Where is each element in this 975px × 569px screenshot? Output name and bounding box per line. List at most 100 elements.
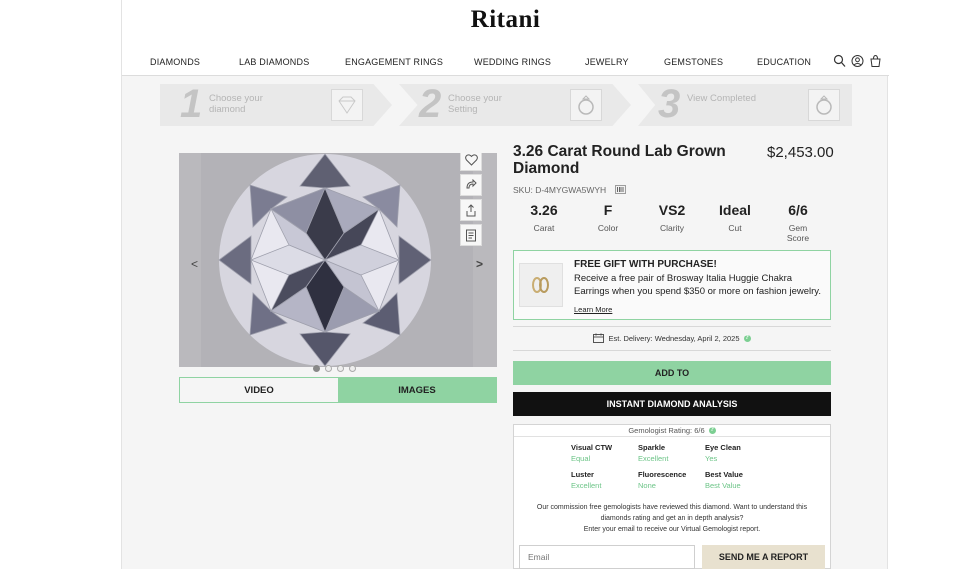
attr-name: Best Value: [705, 470, 743, 479]
media-tabs: VIDEO IMAGES: [179, 377, 497, 403]
attr-value: Excellent: [638, 454, 669, 463]
step-number: 2: [419, 82, 442, 126]
diamond-image: [179, 153, 497, 367]
tab-images[interactable]: IMAGES: [338, 378, 496, 402]
spec-value: 6/6: [788, 202, 808, 218]
gemologist-panel: Gemologist Rating: 6/6 ? Visual CTW Equa…: [513, 424, 831, 569]
prev-arrow-icon[interactable]: <: [191, 257, 198, 271]
attr-best-value: Best Value Best Value: [705, 470, 743, 490]
diamond-icon: [331, 89, 363, 121]
certificate-icon[interactable]: [460, 224, 482, 246]
step-label: Choose your Setting: [448, 93, 502, 115]
brand-logo[interactable]: Ritani: [122, 6, 889, 34]
account-icon[interactable]: [851, 54, 864, 68]
attr-name: Luster: [571, 470, 594, 479]
delivery-text: Est. Delivery: Wednesday, April 2, 2025: [608, 334, 740, 343]
carousel-dot[interactable]: [337, 365, 344, 372]
attr-sparkle: Sparkle Excellent: [638, 443, 668, 463]
cart-icon[interactable]: [869, 54, 882, 68]
nav-item-wedding-rings[interactable]: WEDDING RINGS: [474, 57, 551, 67]
step-number: 3: [658, 82, 681, 126]
diamond-specs: 3.26 Carat F Color VS2 Clarity Ideal Cut…: [513, 202, 831, 243]
calendar-icon: [593, 333, 605, 345]
spec-cut: Ideal Cut: [705, 202, 765, 233]
nav-item-lab-diamonds[interactable]: LAB DIAMONDS: [239, 57, 309, 67]
spec-carat: 3.26 Carat: [514, 202, 574, 233]
help-icon[interactable]: ?: [743, 335, 751, 342]
spec-value: VS2: [658, 202, 686, 218]
content-frame: Ritani DIAMONDS LAB DIAMONDS ENGAGEMENT …: [121, 0, 889, 569]
description-line: Enter your email to receive our Virtual …: [583, 526, 761, 533]
nav-item-gemstones[interactable]: GEMSTONES: [664, 57, 723, 67]
spec-label: Carat: [533, 223, 555, 233]
step-2[interactable]: 2 Choose your Setting: [399, 84, 631, 126]
heart-icon[interactable]: [460, 153, 482, 171]
help-icon[interactable]: ?: [708, 427, 716, 434]
attr-value: Best Value: [705, 481, 741, 490]
spec-label: Color: [597, 223, 619, 233]
promo-body: Receive a free pair of Brosway Italia Hu…: [574, 273, 821, 297]
page: Ritani DIAMONDS LAB DIAMONDS ENGAGEMENT …: [0, 0, 975, 569]
learn-more-link[interactable]: Learn More: [574, 305, 612, 314]
spec-value: F: [603, 202, 613, 218]
carousel-dots: [313, 365, 356, 372]
attr-name: Fluorescence: [638, 470, 687, 479]
nav-item-education[interactable]: EDUCATION: [757, 57, 811, 67]
share-icon[interactable]: [460, 199, 482, 221]
instant-diamond-analysis-button[interactable]: INSTANT DIAMOND ANALYSIS: [513, 392, 831, 416]
rating-text: Gemologist Rating: 6/6: [628, 426, 705, 435]
sku-text: SKU: D-4MYGWA5WYH: [513, 185, 607, 195]
spec-gem-score: 6/6 Gem Score: [768, 202, 828, 243]
completed-ring-icon: [808, 89, 840, 121]
description-line: Our commission free gemologists have rev…: [536, 504, 808, 522]
carousel-dot[interactable]: [325, 365, 332, 372]
site-header: Ritani DIAMONDS LAB DIAMONDS ENGAGEMENT …: [122, 0, 889, 76]
barcode-icon: [614, 185, 626, 196]
send-report-button[interactable]: SEND ME A REPORT: [702, 545, 825, 569]
nav-item-engagement-rings[interactable]: ENGAGEMENT RINGS: [345, 57, 443, 67]
search-icon[interactable]: [833, 54, 846, 68]
product-title: 3.26 Carat Round Lab Grown Diamond: [513, 143, 726, 177]
attr-name: Sparkle: [638, 443, 666, 452]
attr-luster: Luster Excellent: [571, 470, 601, 490]
spec-color: F Color: [578, 202, 638, 233]
carousel-dot[interactable]: [349, 365, 356, 372]
carousel-dot[interactable]: [313, 365, 320, 372]
nav-item-diamonds[interactable]: DIAMONDS: [150, 57, 200, 67]
attr-value: None: [638, 481, 656, 490]
header-icons: [833, 54, 882, 68]
attr-fluorescence: Fluorescence None: [638, 470, 686, 490]
attr-value: Yes: [705, 454, 718, 463]
ring-icon: [570, 89, 602, 121]
builder-steps: 1 Choose your diamond 2 Choose your Sett…: [160, 84, 852, 126]
email-input[interactable]: [519, 545, 695, 569]
gemologist-description: Our commission free gemologists have rev…: [522, 502, 822, 535]
step-1[interactable]: 1 Choose your diamond: [160, 84, 392, 126]
product-sku: SKU: D-4MYGWA5WYH: [513, 185, 626, 196]
attr-visual-ctw: Visual CTW Equal: [571, 443, 612, 463]
earrings-image: [519, 263, 563, 307]
add-to-button[interactable]: ADD TO: [513, 361, 831, 385]
attr-name: Eye Clean: [705, 443, 741, 452]
attr-name: Visual CTW: [571, 443, 613, 452]
step-number: 1: [180, 82, 203, 126]
attr-eye-clean: Eye Clean Yes: [705, 443, 741, 463]
nav-item-jewelry[interactable]: JEWELRY: [585, 57, 629, 67]
delivery-estimate: Est. Delivery: Wednesday, April 2, 2025 …: [513, 326, 831, 351]
attr-value: Equal: [571, 454, 591, 463]
step-label: Choose your diamond: [209, 93, 263, 115]
step-3[interactable]: 3 View Completed: [638, 84, 852, 126]
spec-label: Gem Score: [786, 223, 810, 243]
spec-value: 3.26: [530, 202, 558, 218]
gift-promo: FREE GIFT WITH PURCHASE! Receive a free …: [513, 250, 831, 320]
product-price: $2,453.00: [767, 144, 834, 161]
compare-icon[interactable]: [460, 174, 482, 196]
spec-label: Cut: [728, 223, 742, 233]
spec-value: Ideal: [719, 202, 751, 218]
diamond-image-viewer[interactable]: < >: [179, 153, 497, 367]
spec-label: Clarity: [659, 223, 685, 233]
spec-clarity: VS2 Clarity: [642, 202, 702, 233]
next-arrow-icon[interactable]: >: [476, 257, 483, 271]
tab-video[interactable]: VIDEO: [180, 378, 338, 402]
promo-heading: FREE GIFT WITH PURCHASE!: [574, 259, 717, 270]
